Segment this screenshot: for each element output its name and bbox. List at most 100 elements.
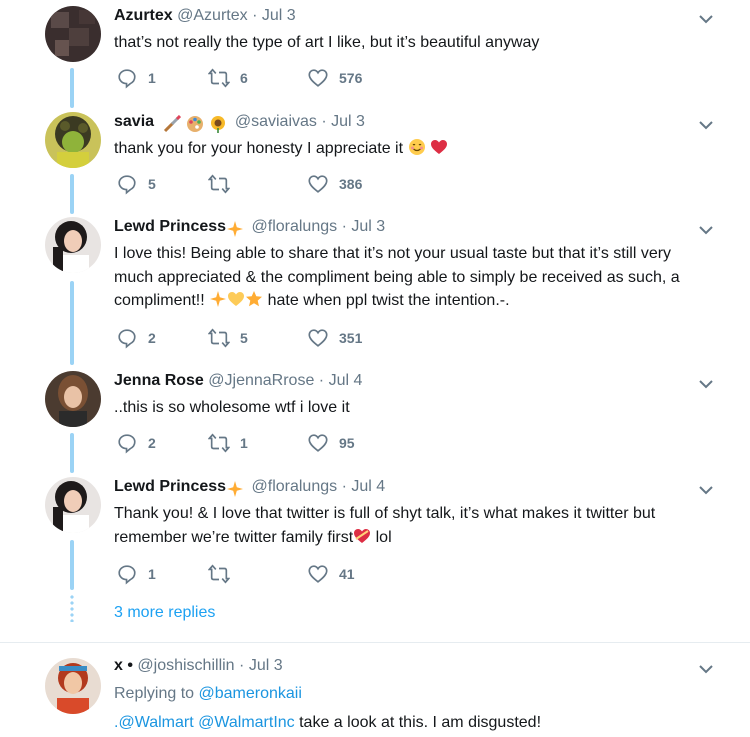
tweet-text-wrap: I love this! Being able to share that it… [114,242,724,313]
sunflower-icon [211,115,226,133]
thread-line [70,68,74,108]
reply-button[interactable]: 2 [116,326,156,350]
heart-icon [308,329,328,347]
sparkles-icon [227,220,244,237]
tweet-text-wrap: .@Walmart @WalmartInc take a look at thi… [114,711,724,735]
reply-button[interactable]: 1 [116,66,156,90]
tweet-date[interactable]: Jul 3 [351,218,385,235]
avatar[interactable] [45,217,101,273]
reply-icon [118,69,136,89]
avatar[interactable] [45,6,101,62]
reply-count: 1 [148,566,156,582]
name-emoji-group [226,479,245,499]
tweet-date[interactable]: Jul 4 [351,478,385,495]
tweet-text-part: lol [375,528,392,546]
chevron-down-icon[interactable] [697,116,715,134]
like-button[interactable]: 41 [307,562,355,586]
retweet-count: 5 [240,330,248,346]
like-count: 386 [339,176,363,192]
chevron-down-icon[interactable] [697,221,715,239]
thread-line [70,433,74,473]
reply-button[interactable]: 1 [116,562,156,586]
tweet-text-wrap: Thank you! & I love that twitter is full… [114,502,724,549]
like-button[interactable]: 386 [307,172,362,196]
replying-to-line: Replying to @bameronkaii [114,682,724,706]
tweet-header: Azurtex @Azurtex · Jul 3 [114,6,296,26]
tweet-text: take a look at this. I am disgusted! [299,714,542,731]
reply-count: 2 [148,435,156,451]
tweet-text-line: Thank you! & I love that twitter is full… [114,505,656,522]
display-name[interactable]: Lewd Princess [114,218,226,235]
separator-dot: · [252,7,258,24]
display-name[interactable]: Lewd Princess [114,478,226,495]
chevron-down-icon[interactable] [697,375,715,393]
retweet-button[interactable]: 6 [208,66,248,90]
avatar[interactable] [45,371,101,427]
tweet-date[interactable]: Jul 4 [329,372,363,389]
avatar[interactable] [45,477,101,533]
retweet-button[interactable]: 1 [208,431,248,455]
user-handle[interactable]: @floralungs [252,478,338,495]
palette-icon [186,115,203,132]
avatar[interactable] [45,658,101,714]
reply-button[interactable]: 2 [116,431,156,455]
tweet-date[interactable]: Jul 3 [331,113,365,130]
like-button[interactable]: 351 [307,326,362,350]
user-handle[interactable]: @joshischillin [137,657,234,674]
like-count: 41 [339,566,355,582]
tweet-date[interactable]: Jul 3 [249,657,283,674]
retweet-icon [208,174,230,194]
smiling-blush-icon [408,139,425,155]
retweet-icon [208,68,230,88]
retweet-button[interactable]: 5 [208,326,248,350]
more-replies-link[interactable]: 3 more replies [114,604,215,622]
mention-link[interactable]: .@Walmart [114,714,194,731]
display-name[interactable]: savia [114,113,154,130]
like-button[interactable]: 95 [307,431,355,455]
user-handle[interactable]: @floralungs [252,218,338,235]
tweet-text-part: hate when ppl twist the intention.-. [267,292,510,309]
tweet-text-wrap: thank you for your honesty I appreciate … [114,137,724,161]
reply-icon [118,565,136,585]
retweet-button[interactable] [208,562,240,586]
tweet-text: thank you for your honesty I appreciate … [114,140,404,157]
display-name[interactable]: x • [114,657,133,674]
sparkles-icon [210,291,227,307]
red-heart-icon [430,140,447,154]
tweet-date[interactable]: Jul 3 [262,7,296,24]
tweet-text-line: remember we’re twitter family first lol [114,526,724,550]
reply-icon [118,329,136,349]
tweet-header: savia @saviaivas · Jul 3 [114,112,365,134]
tweet-text-part: compliment!! [114,292,205,309]
thread-line [70,281,74,365]
user-handle[interactable]: @Azurtex [177,7,247,24]
display-name[interactable]: Azurtex [114,7,173,24]
separator-dot: · [321,113,327,130]
replying-to-mention[interactable]: @bameronkaii [199,685,302,702]
retweet-count: 1 [240,435,248,451]
mention-link[interactable]: @WalmartInc [198,714,295,731]
retweet-icon [208,328,230,348]
tweet-header: Jenna Rose @JjennaRrose · Jul 4 [114,371,362,391]
heart-icon [308,434,328,452]
reply-button[interactable]: 5 [116,172,156,196]
tweet-text-line: I love this! Being able to share that it… [114,245,672,262]
avatar[interactable] [45,112,101,168]
like-button[interactable]: 576 [307,66,362,90]
replying-to-label: Replying to [114,685,195,702]
thread-line [70,540,74,590]
chevron-down-icon[interactable] [697,10,715,28]
user-handle[interactable]: @JjennaRrose [208,372,314,389]
thread-line [70,174,74,214]
like-count: 351 [339,330,363,346]
retweet-button[interactable] [208,172,240,196]
user-handle[interactable]: @saviaivas [235,113,317,130]
heart-icon [308,565,328,583]
tweet-text: that’s not really the type of art I like… [114,34,540,51]
like-count: 576 [339,70,363,86]
chevron-down-icon[interactable] [697,481,715,499]
display-name[interactable]: Jenna Rose [114,372,204,389]
chevron-down-icon[interactable] [697,660,715,678]
name-emoji-group [226,219,245,239]
heart-icon [308,175,328,193]
